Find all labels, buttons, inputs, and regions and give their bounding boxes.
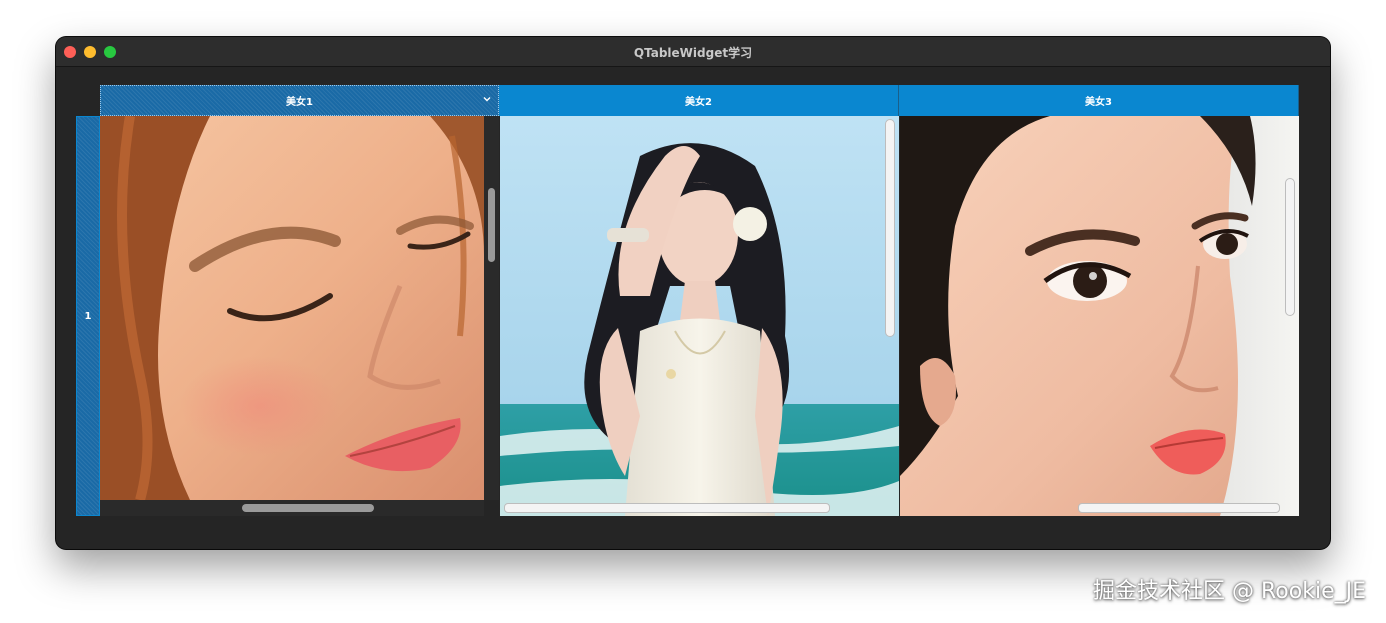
horizontal-scrollbar-thumb[interactable] xyxy=(504,503,830,513)
cell-image-3 xyxy=(900,116,1299,516)
column-header-label: 美女3 xyxy=(1085,97,1112,108)
row-header-label: 1 xyxy=(84,310,92,322)
vertical-scrollbar[interactable] xyxy=(484,116,499,500)
horizontal-scrollbar[interactable] xyxy=(100,500,484,516)
table-widget[interactable]: 美女1 美女2 美女3 1 xyxy=(76,85,1299,517)
vertical-scrollbar-thumb[interactable] xyxy=(885,119,895,337)
vertical-scrollbar-thumb[interactable] xyxy=(488,188,495,262)
title-bar: QTableWidget学习 xyxy=(56,37,1330,67)
table-cell-1-1[interactable] xyxy=(100,116,499,516)
table-corner-button[interactable] xyxy=(76,85,100,116)
column-header-label: 美女2 xyxy=(685,97,712,108)
vertical-scrollbar-thumb[interactable] xyxy=(1285,178,1295,316)
column-header-label: 美女1 xyxy=(286,97,313,108)
cell-image-2 xyxy=(500,116,899,516)
table-cell-1-3[interactable] xyxy=(900,116,1299,516)
row-header-1[interactable]: 1 xyxy=(76,116,100,516)
chevron-down-icon[interactable] xyxy=(481,93,493,105)
app-window: QTableWidget学习 美女1 美女2 美女3 1 xyxy=(56,37,1330,549)
watermark-text: 掘金技术社区 @ Rookie_JE xyxy=(1093,579,1366,604)
table-cell-1-2[interactable] xyxy=(500,116,899,516)
column-header-3[interactable]: 美女3 xyxy=(899,85,1299,116)
horizontal-scrollbar-thumb[interactable] xyxy=(242,504,374,512)
window-title: QTableWidget学习 xyxy=(633,46,753,60)
column-header-2[interactable]: 美女2 xyxy=(499,85,899,116)
cell-image-1 xyxy=(100,116,484,500)
column-header-1[interactable]: 美女1 xyxy=(100,85,499,116)
horizontal-scrollbar-thumb[interactable] xyxy=(1078,503,1280,513)
